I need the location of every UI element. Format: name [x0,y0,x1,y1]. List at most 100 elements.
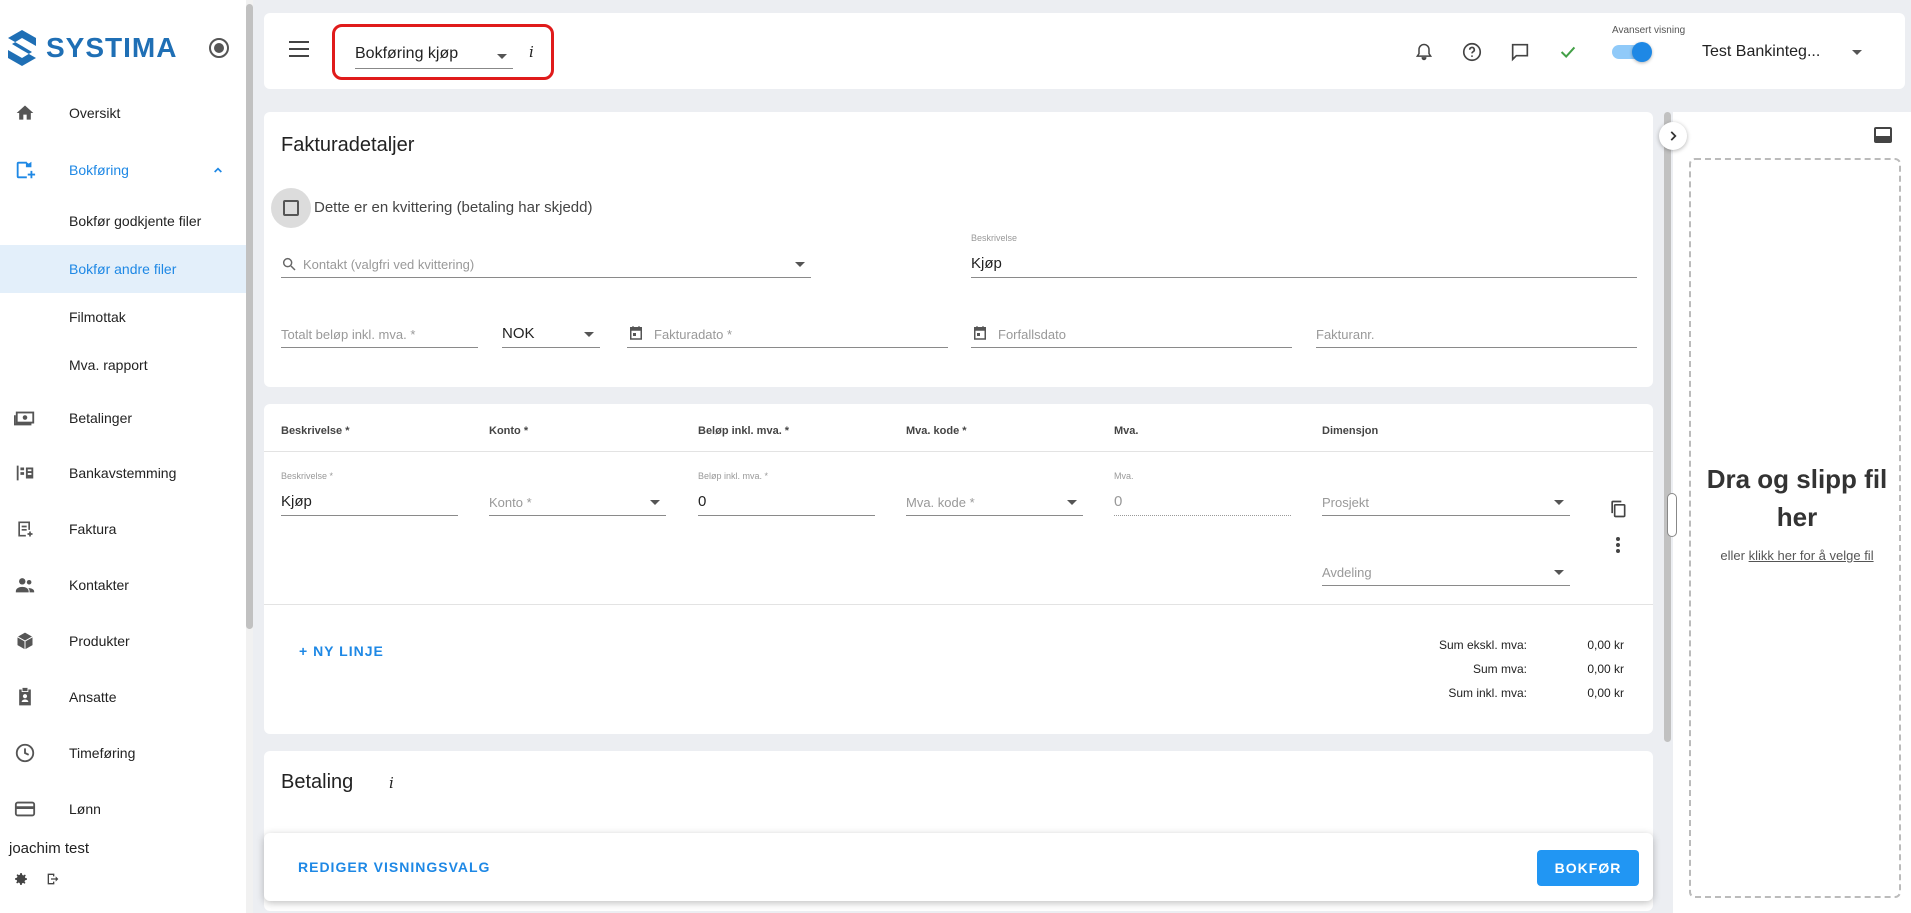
sidebar-item-bankavstemming[interactable]: Bankavstemming [0,453,246,493]
sum-label: Sum inkl. mva: [1448,686,1527,700]
edit-view-options-button[interactable]: REDIGER VISNINGSVALG [298,859,490,875]
calendar-icon[interactable] [971,324,989,346]
sidebar: SYSTIMA Oversikt Bokføring Bokfør godkje… [0,0,246,913]
line-project-placeholder: Prosjekt [1322,495,1369,510]
sidebar-item-oversikt[interactable]: Oversikt [0,93,246,133]
payments-icon [13,406,37,430]
systima-logo-icon [8,30,36,66]
panel-layout-icon[interactable] [1874,127,1892,143]
settings-gear-icon[interactable] [13,871,29,891]
total-amount-field[interactable]: Totalt beløp inkl. mva. * [281,320,478,348]
total-amount-placeholder: Totalt beløp inkl. mva. * [281,327,416,342]
sidebar-item-label: Ansatte [69,689,117,705]
column-header: Beskrivelse * [281,425,350,437]
bookkeeping-icon [13,158,37,182]
line-description-value: Kjøp [281,493,312,510]
new-line-button[interactable]: + NY LINJE [299,643,384,659]
more-vert-icon[interactable] [1606,533,1630,557]
contact-field[interactable]: Kontakt (valgfri ved kvittering) [281,250,811,278]
sidebar-subitem-andre-filer[interactable]: Bokfør andre filer [0,245,246,293]
caret-down-icon[interactable] [1852,50,1862,55]
main-scrollbar[interactable] [1664,112,1671,742]
sidebar-subitem-filmottak[interactable]: Filmottak [0,293,246,341]
column-header: Mva. kode * [906,425,967,437]
card-title: Betaling [281,771,354,793]
post-button[interactable]: BOKFØR [1537,850,1639,886]
sidebar-subitem-label: Bokfør godkjente filer [69,213,202,229]
line-vat-value: 0 [1114,493,1123,510]
sidebar-item-label: Oversikt [69,105,121,121]
bell-icon[interactable] [1412,40,1436,64]
card-icon [13,797,37,821]
sidebar-item-bokforing[interactable]: Bokføring [0,150,246,190]
divider [264,451,1653,452]
sidebar-item-timeforing[interactable]: Timeføring [0,733,246,773]
line-description-label: Beskrivelse * [281,471,334,481]
logo[interactable]: SYSTIMA [6,28,177,68]
sidebar-item-faktura[interactable]: Faktura [0,509,246,549]
sidebar-subitem-godkjente[interactable]: Bokfør godkjente filer [0,197,246,245]
line-project-select[interactable]: Prosjekt [1322,488,1570,516]
line-description-field[interactable]: Beskrivelse * Kjøp [281,471,458,516]
sum-label: Sum mva: [1472,662,1527,676]
sum-value: 0,00 kr [1587,638,1624,652]
currency-value: NOK [502,325,535,342]
chevron-right-icon[interactable] [1659,122,1687,150]
line-vat-code-select[interactable]: Mva. kode * [906,488,1083,516]
info-icon[interactable]: i [529,43,534,61]
line-amount-field[interactable]: Beløp inkl. mva. * 0 [698,471,875,516]
invoice-date-field[interactable]: Fakturadato * [627,320,948,348]
copy-icon[interactable] [1606,497,1630,521]
column-header: Konto * [489,425,529,437]
description-field[interactable]: Beskrivelse Kjøp [971,233,1637,278]
sidebar-item-label: Lønn [69,801,101,817]
dropzone-prefix: eller [1720,548,1745,563]
check-icon[interactable] [1556,40,1580,64]
description-value: Kjøp [971,255,1002,272]
sidebar-item-ansatte[interactable]: Ansatte [0,677,246,717]
sidebar-item-lonn[interactable]: Lønn [0,789,246,829]
sidebar-item-label: Produkter [69,633,130,649]
choose-file-link[interactable]: klikk her for å velge fil [1749,548,1874,563]
chat-icon[interactable] [1508,40,1532,64]
file-dropzone[interactable]: Dra og slipp fil her eller klikk her for… [1689,158,1901,898]
due-date-field[interactable]: Forfallsdato [971,320,1292,348]
calendar-icon[interactable] [627,324,645,346]
contact-placeholder: Kontakt (valgfri ved kvittering) [303,257,475,272]
line-vat-field: Mva. 0 [1114,471,1291,516]
chevron-up-icon[interactable] [206,158,230,182]
info-icon[interactable]: i [389,774,394,792]
line-account-placeholder: Konto * [489,495,532,510]
bank-reconciliation-icon [13,461,37,485]
caret-down-icon [650,500,660,505]
help-icon[interactable] [1460,40,1484,64]
logout-icon[interactable] [45,871,61,891]
caret-down-icon [1554,500,1564,505]
panel-resize-handle[interactable] [1667,493,1677,537]
mode-select[interactable]: Bokføring kjøp [355,39,513,69]
sidebar-scrollbar-thumb[interactable] [246,4,253,629]
sidebar-item-betalinger[interactable]: Betalinger [0,398,246,438]
menu-icon[interactable] [289,41,309,57]
sidebar-scrollbar[interactable] [246,0,253,913]
invoice-number-placeholder: Fakturanr. [1316,327,1375,342]
company-select[interactable]: Test Bankinteg... [1702,43,1820,61]
currency-select[interactable]: NOK [502,320,600,348]
column-header: Dimensjon [1322,425,1379,437]
theme-toggle-icon[interactable] [209,38,229,58]
sidebar-subitem-mva-rapport[interactable]: Mva. rapport [0,341,246,389]
sidebar-item-produkter[interactable]: Produkter [0,621,246,661]
home-icon [13,101,37,125]
column-header: Mva. [1114,425,1139,437]
sum-label: Sum ekskl. mva: [1438,638,1527,652]
sidebar-item-label: Faktura [69,521,117,537]
line-amount-value: 0 [698,493,707,510]
sidebar-item-kontakter[interactable]: Kontakter [0,565,246,605]
invoice-number-field[interactable]: Fakturanr. [1316,320,1637,348]
line-account-select[interactable]: Konto * [489,488,666,516]
receipt-checkbox[interactable] [271,188,311,228]
line-department-select[interactable]: Avdeling [1322,558,1570,586]
sidebar-item-label: Bankavstemming [69,465,177,481]
mode-select-value: Bokføring kjøp [355,45,459,62]
advanced-view-toggle[interactable] [1610,42,1654,62]
